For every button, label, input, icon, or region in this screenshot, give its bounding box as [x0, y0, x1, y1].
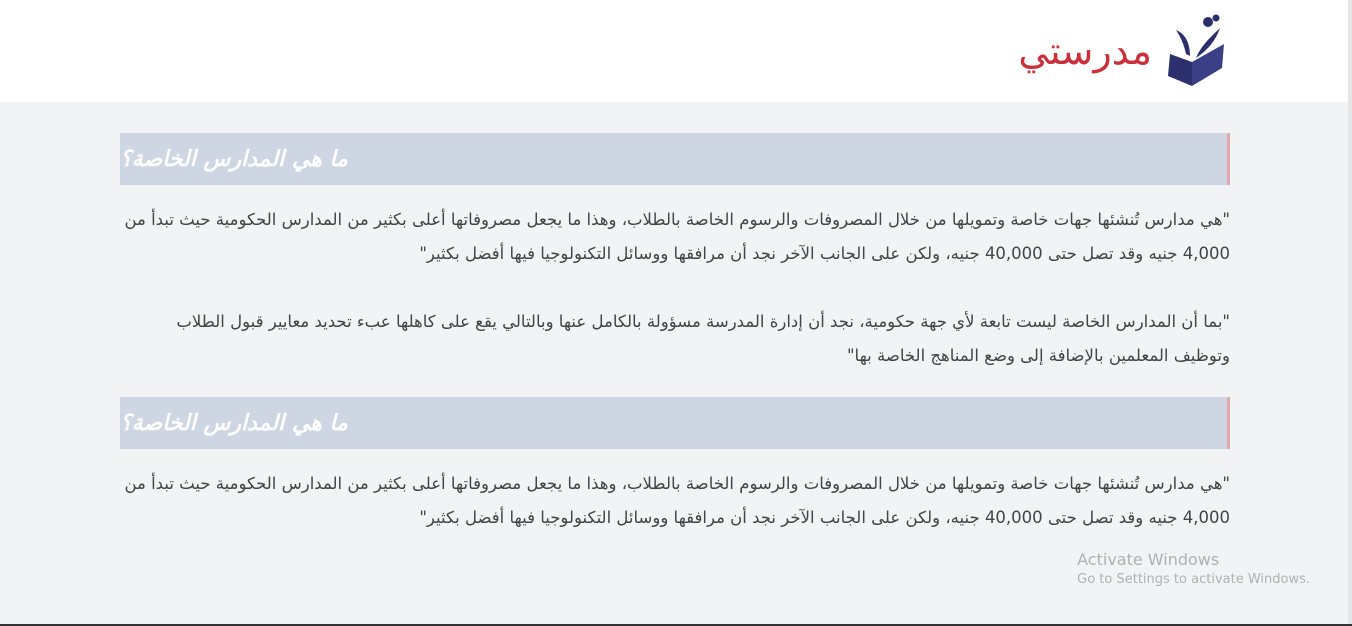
activation-watermark: Activate Windows Go to Settings to activ… — [1077, 550, 1310, 590]
open-book-figure-icon — [1168, 14, 1224, 86]
scrollbar[interactable] — [1348, 0, 1352, 626]
section-heading: ما هي المدارس الخاصة؟ — [120, 397, 1230, 449]
main-content: ما هي المدارس الخاصة؟ "هي مدارس تُنشئها … — [120, 133, 1230, 535]
watermark-title: Activate Windows — [1077, 550, 1220, 569]
logo-text: مدرستي — [1018, 29, 1152, 73]
site-logo[interactable]: مدرستي — [1018, 14, 1232, 88]
section-body: "هي مدارس تُنشئها جهات خاصة وتمويلها من … — [120, 185, 1230, 373]
section-heading-text: ما هي المدارس الخاصة؟ — [120, 146, 348, 172]
paragraph: "بما أن المدارس الخاصة ليست تابعة لأي جه… — [176, 312, 1230, 365]
paragraph: "هي مدارس تُنشئها جهات خاصة وتمويلها من … — [124, 474, 1230, 527]
section-body: "هي مدارس تُنشئها جهات خاصة وتمويلها من … — [120, 449, 1230, 535]
watermark-subtitle: Go to Settings to activate Windows. — [1077, 572, 1310, 587]
paragraph: "هي مدارس تُنشئها جهات خاصة وتمويلها من … — [124, 210, 1230, 263]
section-heading: ما هي المدارس الخاصة؟ — [120, 133, 1230, 185]
section-heading-text: ما هي المدارس الخاصة؟ — [120, 410, 348, 436]
site-header: مدرستي — [0, 0, 1352, 102]
